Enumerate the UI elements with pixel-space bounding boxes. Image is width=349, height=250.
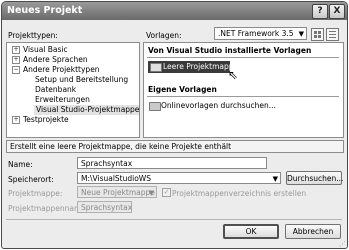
my-templates-header: Eigene Vorlagen [148,85,217,94]
framework-select[interactable]: .NET Framework 3.5 ▼ [214,27,307,40]
expand-icon[interactable]: + [12,46,20,54]
cancel-button[interactable]: Abbrechen [285,224,341,239]
solution-select[interactable]: Neue Projektmappe ▼ [77,186,157,198]
name-input[interactable]: Sprachsyntax [77,157,267,169]
online-search-icon [149,102,161,111]
templates-label: Vorlagen: [146,31,182,40]
chevron-down-icon: ▼ [272,175,278,183]
list-view-icon[interactable] [326,28,339,41]
divider [6,219,342,220]
installed-templates-header: Von Visual Studio installierte Vorlagen [148,46,312,55]
solution-folder-icon [150,63,162,72]
browse-button[interactable]: Durchsuchen... [286,171,343,185]
project-types-label: Projekttypen: [8,31,58,40]
new-project-dialog: Neues Projekt ? X Projekttypen: Vorlagen… [1,1,348,249]
collapse-icon[interactable]: − [12,66,20,74]
template-blank-solution[interactable]: Leere Projektmappe [148,61,238,73]
help-button[interactable]: ? [312,4,328,19]
resize-grip-icon[interactable]: ⋰ [339,240,346,248]
tree-item-setup[interactable]: Setup und Bereitstellung [35,75,128,85]
divider [147,96,339,97]
chevron-down-icon: ▼ [148,189,154,197]
framework-value: .NET Framework 3.5 [218,29,294,38]
large-icons-view-icon[interactable] [311,28,324,41]
close-button[interactable]: X [329,4,345,19]
ok-button[interactable]: OK [223,224,279,239]
description-bar: Erstellt eine leere Projektmappe, die ke… [6,140,344,153]
templates-panel[interactable]: Von Visual Studio installierte Vorlagen … [143,42,344,138]
window-title: Neues Projekt [7,5,83,16]
template-description: Erstellt eine leere Projektmappe, die ke… [10,142,232,151]
divider [147,57,339,58]
location-input[interactable]: M:\VisualStudioWS ▼ [77,172,281,184]
expand-icon[interactable]: + [12,56,20,64]
solution-name-input[interactable]: Sprachsyntax [77,201,132,213]
create-directory-label: Projektmappenverzeichnis erstellen [172,189,307,198]
create-directory-checkbox[interactable]: ✓ [162,188,171,197]
tree-item-database[interactable]: Datenbank [35,85,76,95]
title-bar: Neues Projekt ? X [2,2,347,20]
chevron-down-icon: ▼ [298,30,304,38]
solution-label: Projektmappe: [8,189,63,198]
online-templates-search[interactable]: Onlinevorlagen durchsuchen... [148,100,276,112]
name-label: Name: [8,160,33,169]
mouse-cursor-icon: ⇖ [228,68,239,82]
project-types-tree[interactable]: + Visual Basic + Andere Sprachen − Ander… [6,42,140,138]
tree-item-extensions[interactable]: Erweiterungen [35,95,90,105]
tree-item-vs-solutions[interactable]: Visual Studio-Projektmappen [34,105,139,115]
location-label: Speicherort: [8,175,54,184]
expand-icon[interactable]: + [12,116,20,124]
